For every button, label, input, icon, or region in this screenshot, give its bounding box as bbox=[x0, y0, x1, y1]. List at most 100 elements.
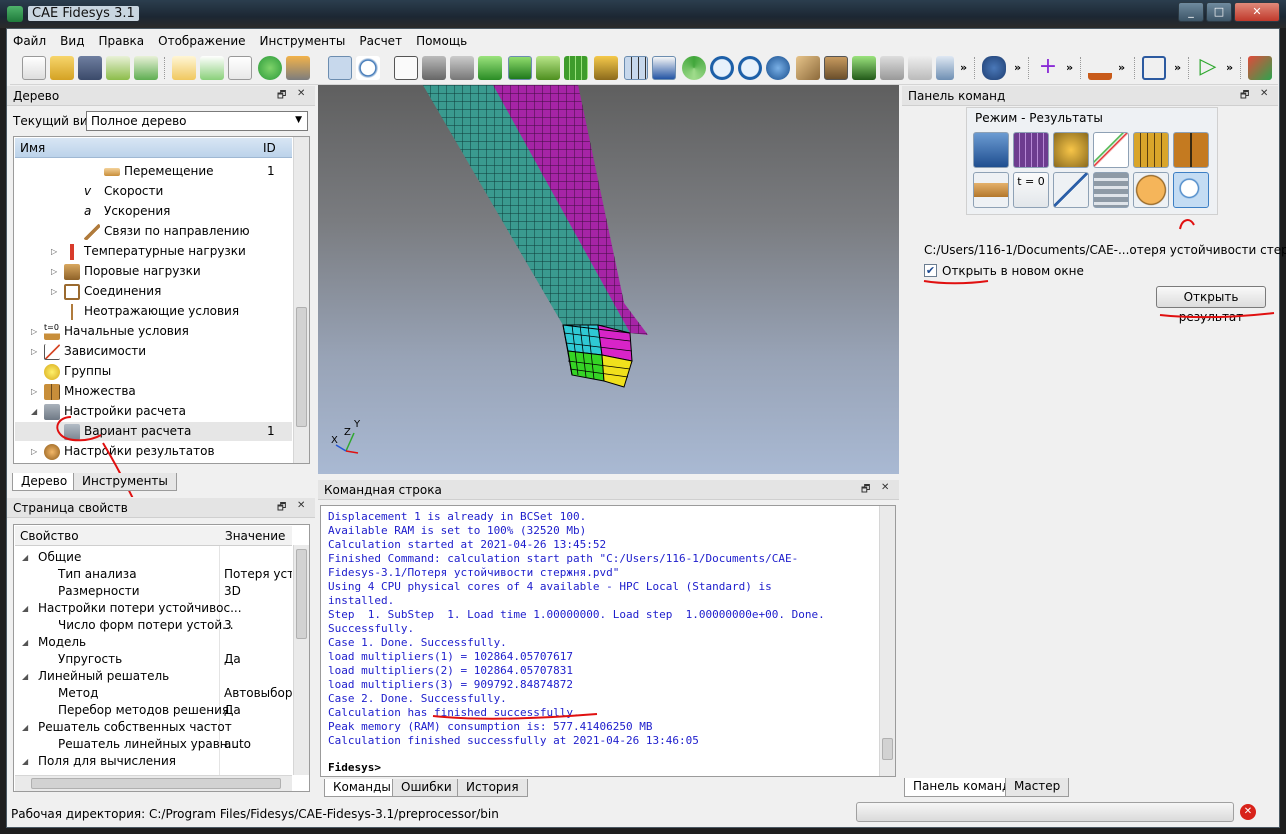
undo-icon[interactable] bbox=[356, 56, 380, 80]
collapse-icon[interactable]: ◢ bbox=[22, 553, 28, 562]
tree-row-pore[interactable]: Поровые нагрузки bbox=[64, 261, 201, 281]
tab-history[interactable]: История bbox=[457, 779, 528, 797]
scroll-thumb[interactable] bbox=[296, 307, 307, 427]
panel-close-icon[interactable]: ✕ bbox=[881, 482, 889, 493]
fix-icon[interactable] bbox=[1088, 56, 1112, 80]
run-icon[interactable]: ▷ bbox=[1196, 56, 1220, 80]
save-icon[interactable] bbox=[78, 56, 102, 80]
collapse-icon[interactable]: ◢ bbox=[31, 407, 37, 416]
collapse-icon[interactable]: ◢ bbox=[22, 604, 28, 613]
undock-icon[interactable]: 🗗 bbox=[277, 500, 286, 517]
tree-row-displacement[interactable]: Перемещение bbox=[104, 161, 214, 181]
mesh-grid-icon[interactable] bbox=[564, 56, 588, 80]
expand-icon[interactable]: ▷ bbox=[31, 387, 37, 396]
ruler-icon[interactable] bbox=[824, 56, 848, 80]
results-icon[interactable] bbox=[1133, 172, 1169, 208]
curve-icon[interactable] bbox=[1053, 172, 1089, 208]
tree-row-initial[interactable]: t=0 Начальные условия bbox=[44, 321, 189, 341]
transparent-cube-icon[interactable] bbox=[880, 56, 904, 80]
save-as-icon[interactable] bbox=[106, 56, 130, 80]
menu-calc[interactable]: Расчет bbox=[352, 32, 409, 50]
property-value[interactable]: Потеря усто bbox=[224, 566, 292, 583]
nodes-icon[interactable] bbox=[594, 56, 618, 80]
tab-command-panel[interactable]: Панель команд bbox=[904, 778, 1020, 797]
tab-wizard[interactable]: Мастер bbox=[1005, 778, 1070, 797]
property-value[interactable] bbox=[224, 549, 292, 566]
console-scrollbar[interactable] bbox=[879, 506, 895, 776]
tree-row-dependencies[interactable]: Зависимости bbox=[44, 341, 146, 361]
expand-icon[interactable]: ▷ bbox=[31, 327, 37, 336]
select-box-icon[interactable] bbox=[1142, 56, 1166, 80]
current-view-select[interactable]: Полное дерево ▼ bbox=[86, 111, 308, 131]
edit-script-icon[interactable] bbox=[172, 56, 196, 80]
panel-close-icon[interactable]: ✕ bbox=[1260, 88, 1268, 99]
panel-close-icon[interactable]: ✕ bbox=[297, 500, 305, 511]
open-result-icon[interactable] bbox=[1173, 172, 1209, 208]
expand-icon[interactable]: ▷ bbox=[51, 267, 57, 276]
close-button[interactable]: ✕ bbox=[1234, 2, 1280, 22]
zoom-in-icon[interactable] bbox=[710, 56, 734, 80]
toolbar-more-icon[interactable]: » bbox=[1014, 61, 1021, 74]
grid-view-icon[interactable] bbox=[624, 56, 648, 80]
property-value[interactable] bbox=[224, 719, 292, 736]
maximize-button[interactable]: □ bbox=[1206, 2, 1232, 22]
id-icon[interactable] bbox=[228, 56, 252, 80]
rotate-icon[interactable] bbox=[682, 56, 706, 80]
cube-edge-icon[interactable] bbox=[936, 56, 954, 80]
console-output[interactable]: Displacement 1 is already in BCSet 100. A… bbox=[320, 505, 896, 777]
collapse-icon[interactable]: ◢ bbox=[22, 757, 28, 766]
tree-row-sets[interactable]: Множества bbox=[44, 381, 136, 401]
solid-mesh-icon[interactable] bbox=[508, 56, 532, 80]
scroll-thumb[interactable] bbox=[882, 738, 893, 760]
t0-icon[interactable]: t = 0 bbox=[1013, 172, 1049, 208]
window-split-icon[interactable] bbox=[652, 56, 676, 80]
properties-hscrollbar[interactable] bbox=[15, 775, 292, 791]
property-value[interactable]: auto bbox=[224, 736, 292, 753]
tab-commands[interactable]: Команды bbox=[324, 779, 400, 797]
expand-icon[interactable]: ▷ bbox=[31, 347, 37, 356]
select-mode-icon[interactable] bbox=[328, 56, 352, 80]
property-value[interactable]: 3D bbox=[224, 583, 292, 600]
tree-scrollbar[interactable] bbox=[293, 137, 309, 463]
property-value[interactable] bbox=[224, 600, 292, 617]
column-name[interactable]: Имя bbox=[20, 141, 45, 155]
group-icon[interactable] bbox=[982, 56, 1006, 80]
menu-tools[interactable]: Инструменты bbox=[253, 32, 353, 50]
solid-grey-icon[interactable] bbox=[422, 56, 446, 80]
export-icon[interactable] bbox=[134, 56, 158, 80]
section-icon[interactable] bbox=[1173, 132, 1209, 168]
scroll-thumb[interactable] bbox=[31, 778, 281, 789]
column-id[interactable]: ID bbox=[263, 141, 276, 155]
box-icon[interactable] bbox=[796, 56, 820, 80]
panel-close-icon[interactable]: ✕ bbox=[297, 88, 305, 99]
menu-file[interactable]: Файл bbox=[6, 32, 53, 50]
expand-icon[interactable]: ▷ bbox=[51, 247, 57, 256]
property-value[interactable] bbox=[224, 753, 292, 770]
stop-calculation-icon[interactable]: ✕ bbox=[1240, 804, 1256, 820]
menu-help[interactable]: Помощь bbox=[409, 32, 474, 50]
run-script-icon[interactable] bbox=[200, 56, 224, 80]
toolbar-more-icon[interactable]: » bbox=[1226, 61, 1233, 74]
menu-edit[interactable]: Правка bbox=[91, 32, 151, 50]
tab-errors[interactable]: Ошибки bbox=[392, 779, 461, 797]
green-cube-icon[interactable] bbox=[852, 56, 876, 80]
tree-row-nonreflect[interactable]: Неотражающие условия bbox=[64, 301, 239, 321]
collapse-icon[interactable]: ◢ bbox=[22, 672, 28, 681]
tree-row-connections[interactable]: Соединения bbox=[64, 281, 161, 301]
property-value[interactable]: 3 bbox=[224, 617, 292, 634]
fit-view-icon[interactable] bbox=[766, 56, 790, 80]
tab-tools[interactable]: Инструменты bbox=[73, 473, 177, 491]
material-icon[interactable] bbox=[1053, 132, 1089, 168]
expand-icon[interactable]: ▷ bbox=[51, 287, 57, 296]
crosshair-icon[interactable]: + bbox=[1036, 56, 1060, 80]
expand-icon[interactable]: ▷ bbox=[31, 447, 37, 456]
undock-icon[interactable]: 🗗 bbox=[277, 88, 286, 105]
mesh-object-icon[interactable] bbox=[973, 132, 1009, 168]
hidden-line-icon[interactable] bbox=[450, 56, 474, 80]
new-file-icon[interactable] bbox=[22, 56, 46, 80]
block-icon[interactable] bbox=[1133, 132, 1169, 168]
menu-display[interactable]: Отображение bbox=[151, 32, 252, 50]
beam-load-icon[interactable] bbox=[973, 172, 1009, 208]
hammer-icon[interactable] bbox=[286, 56, 310, 80]
properties-scrollbar[interactable] bbox=[293, 545, 309, 775]
